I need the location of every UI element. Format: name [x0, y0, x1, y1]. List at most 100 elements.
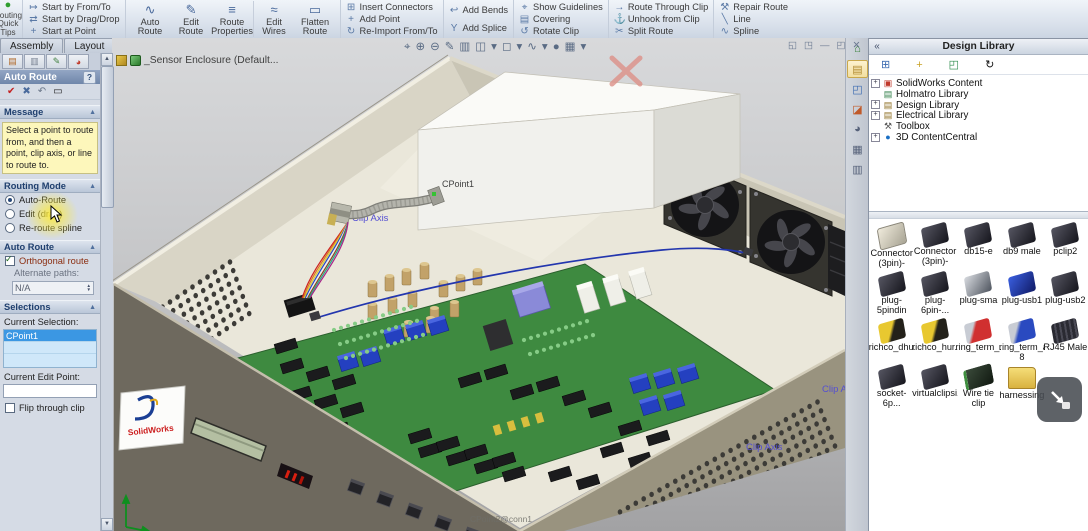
view-tool-icon[interactable]: ⊕: [415, 40, 425, 54]
dock-tab-icon[interactable]: ◕: [847, 120, 868, 138]
routing-quick-tips-button[interactable]: ● Routing Quick Tips: [0, 0, 23, 38]
view-tool-icon[interactable]: ⌖: [404, 40, 410, 54]
view-tool-icon[interactable]: ▾: [581, 40, 587, 54]
ribbon-button[interactable]: ⚓Unhook from Clip: [614, 14, 708, 25]
ribbon-button[interactable]: ▤Covering: [519, 14, 603, 25]
library-item[interactable]: plug-usb2: [1044, 272, 1087, 316]
view-tool-icon[interactable]: ∿: [527, 40, 537, 54]
ribbon-button[interactable]: +Start at Point: [28, 26, 120, 37]
auto-route-section-header[interactable]: Auto Route▲: [0, 240, 100, 254]
tree-item[interactable]: ▤ Holmatro Library: [871, 89, 1086, 100]
ribbon-button[interactable]: ↩Add Bends: [449, 5, 509, 16]
pm-action-icon[interactable]: ✖: [22, 86, 30, 97]
pm-action-icon[interactable]: ▭: [53, 86, 62, 97]
routing-mode-section-header[interactable]: Routing Mode▲: [0, 179, 100, 193]
ribbon-button[interactable]: ↻Re-Import From/To: [346, 26, 438, 37]
library-item[interactable]: plug-usb1: [1000, 272, 1043, 316]
routing-mode-option[interactable]: Edit (drag): [0, 207, 100, 221]
view-tool-icon[interactable]: ▾: [491, 40, 497, 54]
ribbon-large-button[interactable]: ≡Route Properties: [212, 1, 253, 37]
3d-scene[interactable]: Clip Axis: [112, 38, 845, 531]
pm-tab[interactable]: ▤: [2, 54, 23, 69]
pm-tab[interactable]: ◕: [68, 54, 89, 69]
expand-icon[interactable]: [871, 90, 880, 99]
scroll-down-icon[interactable]: ▼: [101, 518, 113, 531]
window-control-icon[interactable]: ◰: [836, 40, 845, 51]
alternate-paths-spinner[interactable]: N/A ▲▼: [12, 281, 94, 295]
message-section-header[interactable]: Message▲: [0, 105, 100, 119]
expand-icon[interactable]: +: [871, 133, 880, 142]
ribbon-button[interactable]: ╲Line: [719, 14, 788, 25]
library-item[interactable]: ring_term_a... 8: [1000, 319, 1043, 362]
selected-list-item[interactable]: CPoint1: [4, 330, 96, 341]
library-item[interactable]: pclip2: [1044, 223, 1087, 269]
view-tool-icon[interactable]: ▥: [459, 40, 470, 54]
library-tool-icon[interactable]: ◰: [949, 58, 959, 71]
ribbon-button[interactable]: ⊞Insert Connectors: [346, 2, 438, 13]
routing-mode-option[interactable]: Re-route spline: [0, 221, 100, 235]
pm-action-icon[interactable]: ↶: [38, 86, 46, 97]
window-control-icon[interactable]: —: [820, 40, 830, 51]
pm-tab[interactable]: ▥: [24, 54, 45, 69]
routing-mode-option[interactable]: Auto-Route: [0, 193, 100, 207]
view-tool-icon[interactable]: ▦: [565, 40, 576, 54]
library-item[interactable]: RJ45 Male: [1044, 319, 1087, 362]
view-tool-icon[interactable]: ●: [553, 40, 560, 54]
pm-scrollbar[interactable]: ▲ ▼: [100, 53, 113, 531]
library-item[interactable]: Connector (3pin)-Fem...: [870, 223, 913, 269]
dock-tab-icon[interactable]: ◰: [847, 80, 868, 98]
ribbon-button[interactable]: +Add Point: [346, 14, 438, 25]
tree-item[interactable]: ⚒ Toolbox: [871, 121, 1086, 132]
expand-icon[interactable]: +: [871, 100, 880, 109]
library-item[interactable]: virtualclipsi...: [913, 365, 956, 409]
view-tool-icon[interactable]: ◻: [502, 40, 512, 54]
collapse-panel-button[interactable]: «: [869, 41, 885, 52]
library-item[interactable]: socket-6p...: [870, 365, 913, 409]
window-control-icon[interactable]: ✕: [852, 40, 860, 51]
library-item[interactable]: richco_dhu...: [870, 319, 913, 362]
tree-item[interactable]: + ● 3D ContentCentral: [871, 132, 1086, 143]
ribbon-button[interactable]: ↦Start by From/To: [28, 2, 120, 13]
view-tool-icon[interactable]: ⊖: [430, 40, 440, 54]
library-tool-icon[interactable]: ↻: [985, 58, 994, 71]
tab[interactable]: Assembly: [0, 38, 63, 53]
flip-through-clip-checkbox[interactable]: [5, 403, 15, 413]
pm-action-icon[interactable]: ✔: [7, 86, 15, 97]
view-tool-icon[interactable]: ◫: [475, 40, 486, 54]
current-edit-point-field[interactable]: [3, 384, 97, 398]
ribbon-large-button[interactable]: ✎Edit Route: [171, 1, 212, 37]
3d-viewport[interactable]: Clip Axis: [112, 38, 845, 531]
dock-tab-icon[interactable]: ▤: [847, 60, 868, 78]
dock-tab-icon[interactable]: ▥: [847, 160, 868, 178]
current-selection-list[interactable]: CPoint1: [3, 329, 97, 368]
expand-icon[interactable]: +: [871, 79, 880, 88]
ribbon-button[interactable]: ⌖Show Guidelines: [519, 2, 603, 13]
window-control-icon[interactable]: ◱: [788, 40, 797, 51]
library-item[interactable]: plug-5pindin: [870, 272, 913, 316]
ribbon-button[interactable]: YAdd Splice: [449, 23, 509, 34]
library-item[interactable]: db15-e: [957, 223, 1000, 269]
window-control-icon[interactable]: ◳: [804, 40, 813, 51]
orthogonal-route-checkbox[interactable]: [5, 256, 15, 266]
radio-button[interactable]: [5, 209, 15, 219]
library-item[interactable]: ring_term_...: [957, 319, 1000, 362]
tab[interactable]: Layout: [64, 38, 114, 53]
tree-item[interactable]: + ▣ SolidWorks Content: [871, 78, 1086, 89]
ribbon-button[interactable]: →Route Through Clip: [614, 2, 708, 13]
library-item[interactable]: Wire tie clip: [957, 365, 1000, 409]
ribbon-button[interactable]: ✂Split Route: [614, 26, 708, 37]
expand-icon[interactable]: [871, 122, 880, 131]
library-tool-icon[interactable]: ⊞: [881, 58, 890, 71]
selections-section-header[interactable]: Selections▲: [0, 300, 100, 314]
scroll-thumb[interactable]: [101, 66, 114, 208]
pane-splitter[interactable]: [869, 211, 1088, 219]
radio-button[interactable]: [5, 223, 15, 233]
ribbon-large-button[interactable]: ∿Auto Route: [130, 1, 171, 37]
scroll-up-icon[interactable]: ▲: [101, 53, 113, 66]
radio-button[interactable]: [5, 195, 15, 205]
view-tool-icon[interactable]: ▾: [516, 40, 522, 54]
cancel-x-icon[interactable]: [612, 58, 640, 84]
ribbon-large-button[interactable]: ▭Flatten Route: [295, 1, 336, 37]
help-button[interactable]: ?: [83, 71, 96, 84]
video-popout-button[interactable]: [1037, 377, 1082, 422]
